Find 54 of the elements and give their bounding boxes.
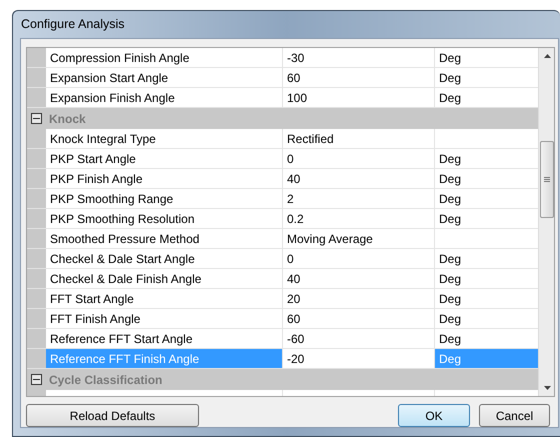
- reload-defaults-button[interactable]: Reload Defaults: [26, 404, 199, 427]
- category-label: Cycle Classification: [49, 372, 162, 388]
- scroll-down-icon[interactable]: [544, 386, 551, 390]
- property-value[interactable]: 40: [283, 169, 435, 188]
- scroll-thumb[interactable]: [540, 141, 554, 218]
- property-unit: Deg: [435, 209, 538, 228]
- property-value[interactable]: 0.2: [283, 209, 435, 228]
- property-unit: Deg: [435, 88, 538, 107]
- property-name[interactable]: PKP Finish Angle: [46, 169, 283, 188]
- property-name[interactable]: Expansion Start Angle: [46, 68, 283, 87]
- property-name[interactable]: PKP Start Angle: [46, 149, 283, 168]
- property-value[interactable]: -60: [283, 329, 435, 348]
- cancel-button[interactable]: Cancel: [479, 404, 550, 427]
- property-name[interactable]: Checkel & Dale Finish Angle: [46, 269, 283, 288]
- property-unit: Deg: [435, 269, 538, 288]
- property-name[interactable]: Reference FFT Start Angle: [46, 329, 283, 348]
- collapse-icon[interactable]: [31, 374, 42, 385]
- scrollbar[interactable]: [538, 48, 554, 396]
- property-value[interactable]: 60: [283, 309, 435, 328]
- property-name[interactable]: FFT Finish Angle: [46, 309, 283, 328]
- property-name[interactable]: Expansion Finish Angle: [46, 88, 283, 107]
- property-name[interactable]: Knock Integral Type: [46, 129, 283, 148]
- ok-button[interactable]: OK: [398, 404, 470, 427]
- property-value[interactable]: Rectified: [283, 129, 435, 148]
- property-value[interactable]: 60: [283, 68, 435, 87]
- property-name[interactable]: FFT Start Angle: [46, 289, 283, 308]
- window-title: Configure Analysis: [21, 16, 125, 34]
- property-unit: Deg: [435, 289, 538, 308]
- property-value[interactable]: 40: [283, 269, 435, 288]
- property-unit: Deg: [435, 329, 538, 348]
- property-unit: Deg: [435, 149, 538, 168]
- property-name[interactable]: Checkel & Dale Start Angle: [46, 249, 283, 268]
- property-value[interactable]: Moving Average: [283, 229, 435, 248]
- property-unit: Deg: [435, 48, 538, 67]
- collapse-icon[interactable]: [31, 113, 42, 124]
- property-value[interactable]: 2: [283, 189, 435, 208]
- property-value[interactable]: -30: [283, 48, 435, 67]
- property-unit: Deg: [435, 249, 538, 268]
- property-value[interactable]: 0: [283, 149, 435, 168]
- value-input-field[interactable]: -20: [283, 349, 434, 368]
- property-value[interactable]: 100: [283, 88, 435, 107]
- property-value[interactable]: 0: [283, 249, 435, 268]
- property-unit: Deg: [435, 309, 538, 328]
- property-unit: Deg: [435, 68, 538, 87]
- property-name[interactable]: PKP Smoothing Range: [46, 189, 283, 208]
- category-label: Knock: [49, 110, 86, 128]
- property-value[interactable]: 20: [283, 289, 435, 308]
- property-unit: Deg: [435, 189, 538, 208]
- property-unit: Deg: [435, 349, 538, 368]
- property-unit: Deg: [435, 169, 538, 188]
- property-name[interactable]: PKP Smoothing Resolution: [46, 209, 283, 228]
- scroll-up-icon[interactable]: [544, 54, 551, 58]
- property-name[interactable]: Compression Finish Angle: [46, 48, 283, 67]
- property-name[interactable]: Smoothed Pressure Method: [46, 229, 283, 248]
